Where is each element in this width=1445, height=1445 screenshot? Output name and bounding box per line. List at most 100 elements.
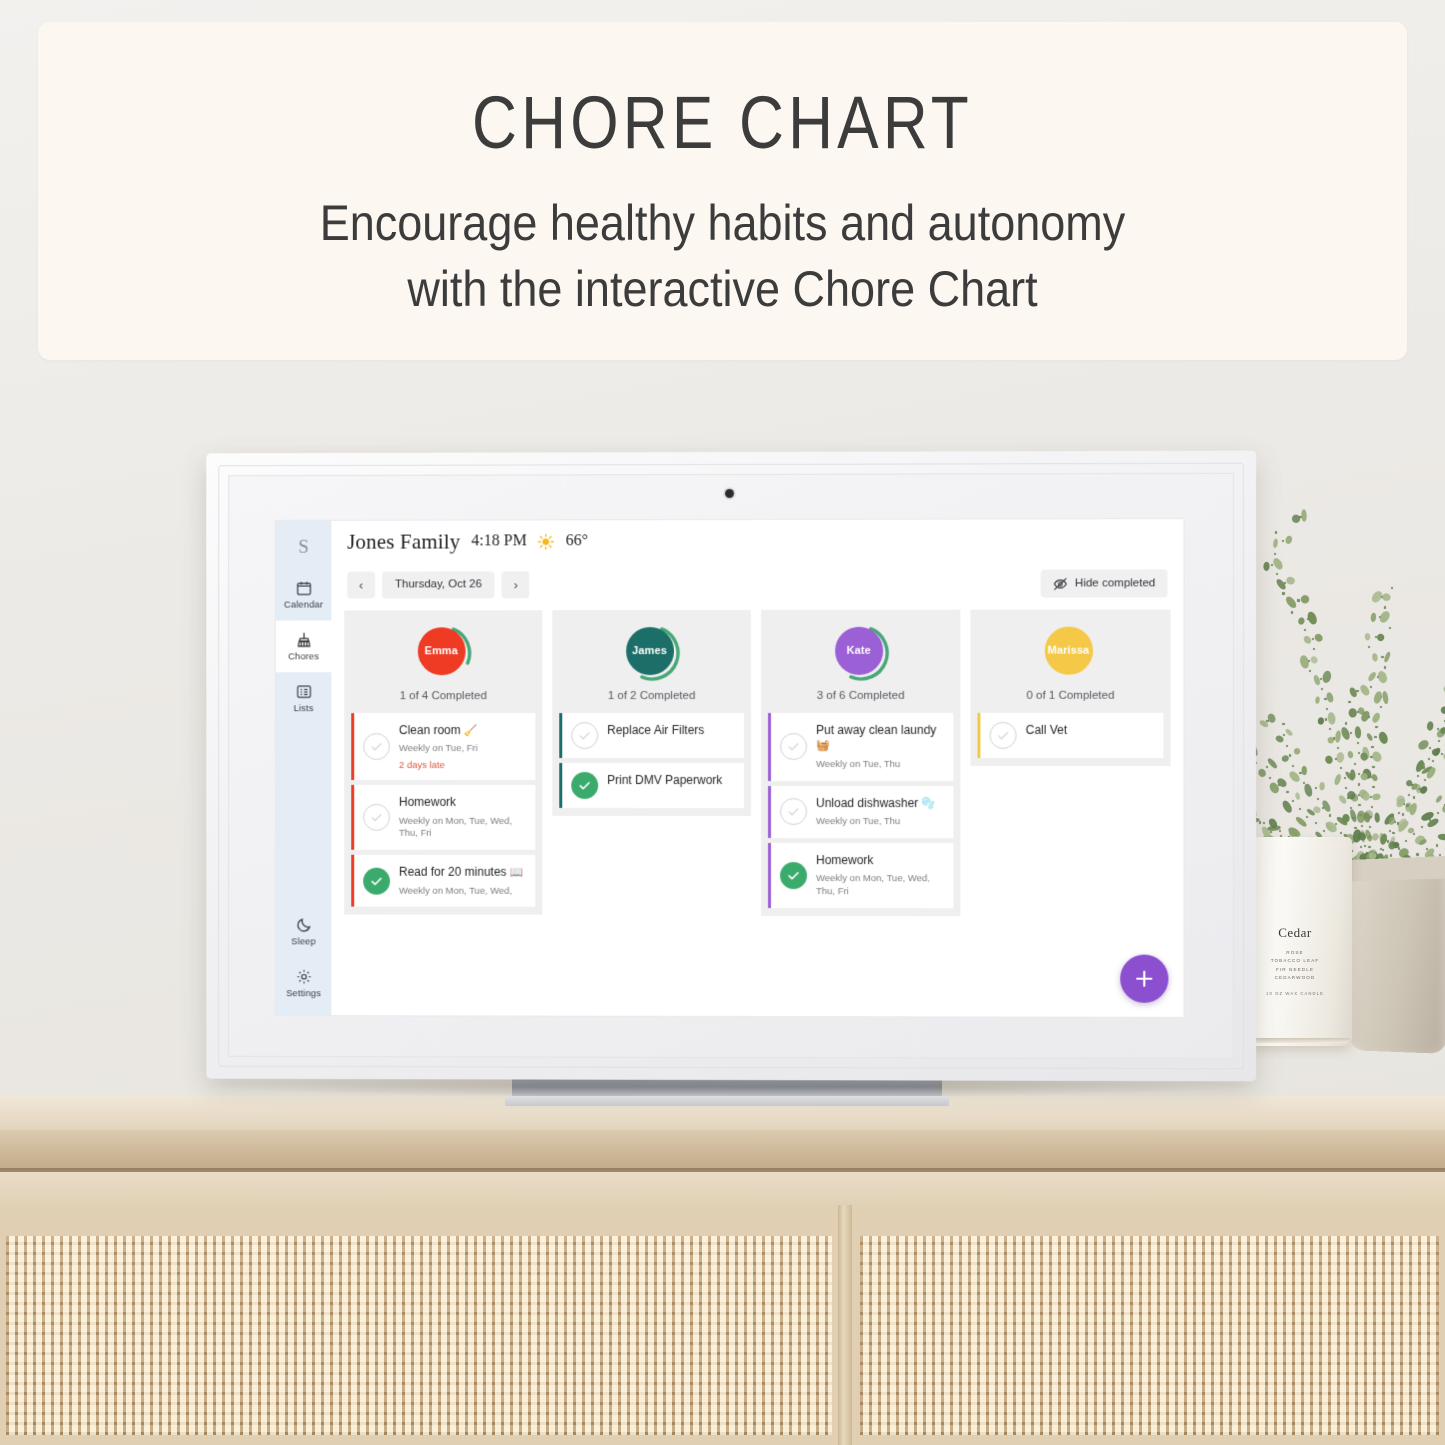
plus-icon: [1131, 966, 1157, 992]
task-emoji: 🧺: [816, 740, 830, 753]
task-schedule: Weekly on Mon, Tue, Wed, Thu, Fri: [398, 815, 513, 840]
avatar-progress: Kate: [833, 625, 889, 681]
main-content: Jones Family 4:18 PM 66° ‹ Thursday, Oct…: [331, 519, 1184, 1017]
sidebar-item-calendar-label: Calendar: [283, 599, 324, 611]
sidebar-item-sleep-label: Sleep: [291, 935, 316, 947]
checkbox-unchecked[interactable]: [989, 721, 1017, 749]
task-title: Read for 20 minutes 📖: [398, 864, 524, 879]
checkbox-unchecked[interactable]: [780, 798, 808, 826]
avatar[interactable]: James: [625, 627, 674, 676]
progress-text: 3 of 6 Completed: [816, 689, 905, 702]
sidebar-item-lists-label: Lists: [293, 702, 314, 714]
checkbox-unchecked[interactable]: [780, 733, 808, 761]
moon-icon: [295, 916, 312, 933]
task-body: Read for 20 minutes 📖 Weekly on Mon, Tue,…: [399, 864, 523, 898]
list-icon: [295, 683, 312, 700]
task-emoji: 📖: [506, 866, 524, 879]
gear-icon: [295, 968, 312, 985]
task-body: Homework Weekly on Mon, Tue, Wed, Thu, Fr…: [816, 852, 944, 899]
chore-column: Marissa 0 of 1 Completed Call Vet: [970, 609, 1171, 766]
task-card[interactable]: Put away clean laundy 🧺 Weekly on Tue, Th…: [768, 712, 954, 781]
task-card[interactable]: Clean room 🧹 Weekly on Tue, Fri 2 days lat…: [351, 713, 536, 781]
task-list: Replace Air Filters Print DMV Paperwork: [559, 712, 744, 809]
current-date-pill[interactable]: Thursday, Oct 26: [382, 570, 495, 598]
task-schedule: Weekly on Tue, Fri: [398, 743, 478, 755]
chore-column: Emma 1 of 4 Completed Clean room 🧹 Weekly o…: [344, 610, 543, 916]
banner-subtitle: Encourage healthy habits and autonomy wi…: [106, 190, 1338, 322]
checkbox-unchecked[interactable]: [363, 733, 390, 761]
task-card[interactable]: Replace Air Filters: [559, 712, 744, 759]
smart-display-device: S Calendar Chores Lists Sleep Settings J…: [206, 450, 1257, 1082]
task-schedule: Weekly on Mon, Tue, Wed, Thu, Fri: [816, 873, 930, 898]
avatar[interactable]: Marissa: [1044, 626, 1093, 675]
task-card[interactable]: Unload dishwasher 🫧 Weekly on Tue, Thu: [768, 785, 954, 838]
sidebar-item-settings[interactable]: Settings: [276, 957, 332, 1009]
progress-text: 1 of 2 Completed: [607, 690, 696, 703]
task-emoji: 🧹: [460, 725, 478, 738]
task-title: Put away clean laundy 🧺: [816, 722, 937, 753]
broom-icon: [295, 631, 312, 648]
task-title: Clean room 🧹: [398, 723, 478, 738]
task-emoji: 🫧: [918, 797, 936, 810]
task-card[interactable]: Homework Weekly on Mon, Tue, Wed, Thu, Fr…: [351, 785, 536, 851]
check-icon: [369, 810, 384, 825]
check-icon: [369, 873, 384, 888]
add-chore-button[interactable]: [1120, 954, 1169, 1003]
topbar: Jones Family 4:18 PM 66°: [331, 519, 1184, 563]
checkbox-checked[interactable]: [780, 861, 808, 889]
task-body: Call Vet: [1026, 722, 1068, 738]
hide-completed-label: Hide completed: [1074, 577, 1156, 590]
plant-pot: [1349, 860, 1445, 1054]
sidebar-item-chores[interactable]: Chores: [275, 620, 332, 673]
counter-edge: [0, 1130, 1445, 1172]
task-schedule: Weekly on Tue, Thu: [816, 758, 901, 770]
avatar[interactable]: Emma: [417, 627, 466, 676]
task-card[interactable]: Call Vet: [977, 712, 1164, 758]
previous-day-button[interactable]: ‹: [347, 571, 376, 599]
cabinet-door-left: [0, 1210, 842, 1445]
avatar[interactable]: Kate: [834, 626, 883, 675]
task-schedule: Weekly on Tue, Thu: [816, 815, 901, 827]
task-card[interactable]: Print DMV Paperwork: [559, 762, 744, 809]
cabinet-door-gap: [838, 1205, 852, 1445]
task-list: Clean room 🧹 Weekly on Tue, Fri 2 days lat…: [351, 713, 536, 908]
task-title: Call Vet: [1025, 722, 1068, 737]
sun-icon: [538, 533, 555, 551]
banner-title: CHORE CHART: [472, 81, 973, 164]
task-title: Homework: [398, 795, 457, 810]
sidebar-item-sleep[interactable]: Sleep: [276, 905, 332, 957]
hide-completed-button[interactable]: Hide completed: [1040, 569, 1168, 598]
clock: 4:18 PM: [471, 532, 527, 550]
banner-card: CHORE CHART Encourage healthy habits and…: [38, 22, 1407, 360]
sidebar-item-calendar[interactable]: Calendar: [276, 569, 332, 621]
check-icon: [996, 728, 1011, 743]
camera-icon: [725, 488, 734, 499]
task-body: Replace Air Filters: [607, 722, 704, 738]
temperature: 66°: [565, 532, 588, 550]
chore-column: James 1 of 2 Completed Replace Air Filters…: [552, 609, 751, 817]
next-day-button[interactable]: ›: [501, 570, 530, 598]
task-card[interactable]: Read for 20 minutes 📖 Weekly on Mon, Tue,…: [351, 854, 536, 908]
brand-logo: S: [298, 536, 309, 558]
task-body: Clean room 🧹 Weekly on Tue, Fri 2 days lat…: [399, 722, 478, 771]
checkbox-unchecked[interactable]: [363, 804, 390, 831]
chevron-right-icon: ›: [513, 576, 518, 592]
task-overdue-badge: 2 days late: [398, 760, 445, 772]
task-body: Unload dishwasher 🫧 Weekly on Tue, Thu: [816, 795, 935, 829]
checkbox-unchecked[interactable]: [571, 722, 599, 750]
task-title: Unload dishwasher 🫧: [816, 795, 936, 810]
task-body: Put away clean laundy 🧺 Weekly on Tue, Th…: [816, 722, 944, 772]
progress-text: 1 of 4 Completed: [399, 690, 487, 703]
checkbox-checked[interactable]: [363, 867, 390, 895]
banner-subtitle-line1: Encourage healthy habits and autonomy: [319, 195, 1126, 251]
check-icon: [369, 739, 384, 754]
device-stand-foot: [505, 1096, 949, 1106]
task-title: Print DMV Paperwork: [607, 772, 723, 787]
checkbox-checked[interactable]: [571, 771, 599, 799]
task-list: Call Vet: [977, 712, 1164, 758]
sidebar-item-lists[interactable]: Lists: [276, 672, 332, 724]
task-title: Homework: [816, 852, 874, 867]
task-card[interactable]: Homework Weekly on Mon, Tue, Wed, Thu, Fr…: [768, 842, 954, 908]
avatar-progress: James: [624, 625, 680, 682]
